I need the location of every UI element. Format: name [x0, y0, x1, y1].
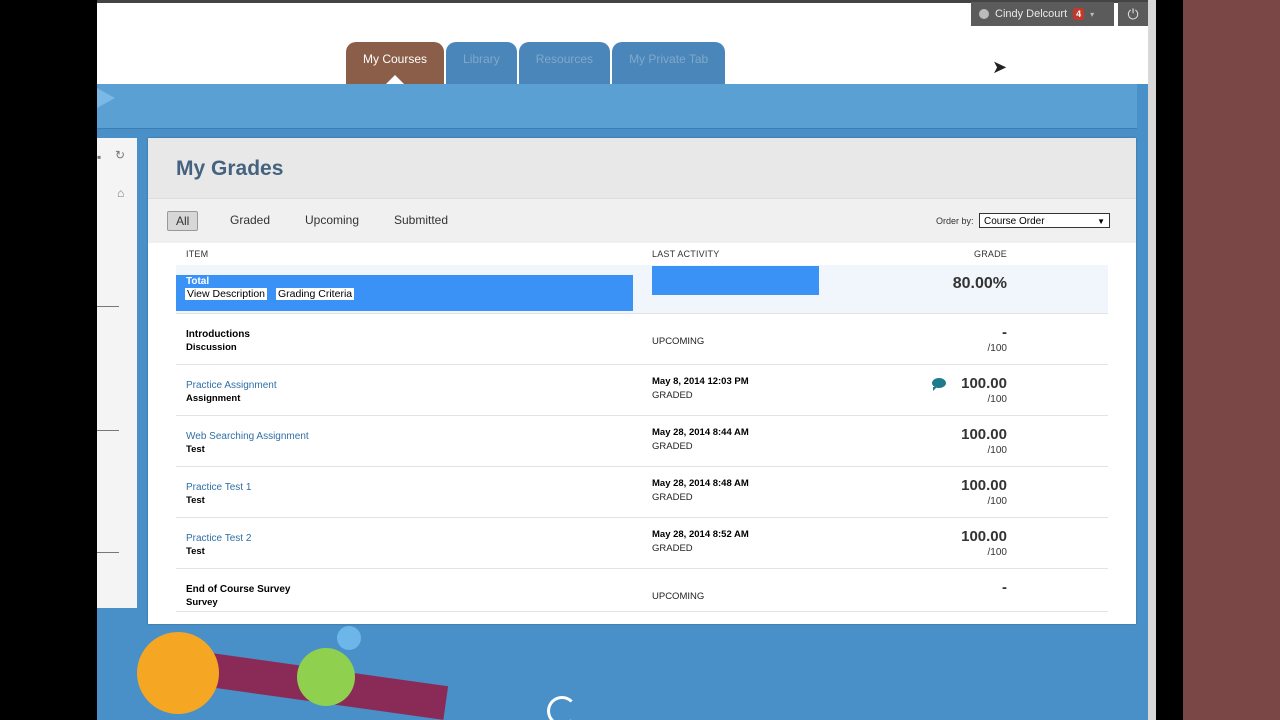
comment-icon[interactable] — [932, 378, 946, 391]
filter-graded[interactable]: Graded — [230, 213, 270, 227]
activity-status: GRADED — [652, 543, 693, 554]
item-type: Test — [186, 495, 205, 506]
menu-divider — [97, 430, 119, 431]
view-description-link[interactable]: View Description — [185, 288, 268, 300]
page-title: My Grades — [176, 157, 284, 180]
decorative-blue-bubble — [337, 626, 361, 650]
order-by-label: Order by: — [936, 216, 974, 226]
grade-value: 100.00 — [961, 426, 1007, 443]
grade-denominator: /100 — [987, 445, 1007, 456]
item-type: Test — [186, 444, 205, 455]
activity-date: May 8, 2014 12:03 PM — [652, 376, 749, 387]
item-title-link[interactable]: Practice Test 1 — [186, 482, 251, 493]
order-by-value: Course Order — [984, 216, 1045, 227]
course-menu-sliver: ▪ ↻ ⌂ — [97, 138, 137, 608]
item-title-link[interactable]: Practice Assignment — [186, 380, 277, 391]
menu-divider — [97, 552, 119, 553]
tab-bar: My Courses Library Resources My Private … — [346, 42, 726, 84]
power-icon: ⏻ — [1127, 5, 1139, 22]
menu-toggle-icon[interactable]: ▪ — [97, 150, 101, 164]
refresh-icon[interactable]: ↻ — [115, 148, 125, 162]
grade-denominator: /100 — [987, 343, 1007, 354]
grade-denominator: /100 — [987, 394, 1007, 405]
column-header-last-activity: LAST ACTIVITY — [652, 249, 720, 259]
my-grades-panel: My Grades All Graded Upcoming Submitted … — [148, 138, 1136, 624]
filter-all[interactable]: All — [167, 211, 199, 231]
module-band — [97, 84, 1137, 129]
total-grade: 80.00% — [952, 275, 1007, 292]
item-title: End of Course Survey — [186, 584, 291, 595]
activity-status: GRADED — [652, 492, 693, 503]
grade-value: - — [1002, 324, 1007, 341]
column-header-grade: GRADE — [974, 249, 1008, 259]
table-row[interactable]: End of Course Survey Survey UPCOMING - — [176, 569, 1108, 612]
grade-value: 100.00 — [961, 528, 1007, 545]
item-type: Survey — [186, 597, 218, 608]
table-row[interactable]: Practice Test 2 Test May 28, 2014 8:52 A… — [176, 518, 1108, 569]
screen-border-left — [0, 0, 97, 720]
notification-badge[interactable]: 4 — [1073, 8, 1085, 20]
table-row[interactable]: Web Searching Assignment Test May 28, 20… — [176, 416, 1108, 467]
grading-criteria-link[interactable]: Grading Criteria — [276, 288, 355, 300]
tab-my-courses[interactable]: My Courses — [346, 42, 445, 84]
activity-date: May 28, 2014 8:48 AM — [652, 478, 749, 489]
chevron-down-icon: ▾ — [1090, 9, 1095, 19]
browser-scrollbar[interactable] — [1148, 0, 1156, 720]
user-menu[interactable]: Cindy Delcourt 4 ▾ — [971, 2, 1114, 26]
menu-divider — [97, 306, 119, 307]
grade-value: 100.00 — [961, 375, 1007, 392]
item-type: Test — [186, 546, 205, 557]
logout-button[interactable]: ⏻ — [1118, 2, 1148, 26]
activity-status: GRADED — [652, 390, 693, 401]
activity-date: May 28, 2014 8:44 AM — [652, 427, 749, 438]
grades-table: Total View Description Grading Criteria … — [176, 265, 1108, 612]
tab-resources[interactable]: Resources — [518, 42, 611, 84]
item-title-link[interactable]: Web Searching Assignment — [186, 431, 309, 442]
lms-window: Cindy Delcourt 4 ▾ ⏻ My Courses Library … — [97, 0, 1148, 720]
panel-header — [148, 138, 1136, 199]
table-row[interactable]: Practice Test 1 Test May 28, 2014 8:48 A… — [176, 467, 1108, 518]
top-header: Cindy Delcourt 4 ▾ ⏻ My Courses Library … — [97, 0, 1148, 84]
tab-my-private-tab[interactable]: My Private Tab — [612, 42, 726, 84]
user-name: Cindy Delcourt — [995, 8, 1068, 20]
filter-upcoming[interactable]: Upcoming — [305, 213, 359, 227]
filter-submitted[interactable]: Submitted — [394, 213, 448, 227]
tab-library[interactable]: Library — [446, 42, 517, 84]
grade-value: 100.00 — [961, 477, 1007, 494]
item-type: Discussion — [186, 342, 237, 353]
activity-status: UPCOMING — [652, 336, 705, 347]
total-label: Total — [186, 276, 210, 287]
activity-date: May 28, 2014 8:52 AM — [652, 529, 749, 540]
table-row[interactable]: Introductions Discussion UPCOMING - /100 — [176, 314, 1108, 365]
item-title: Introductions — [186, 329, 250, 340]
activity-status: UPCOMING — [652, 591, 705, 602]
band-arrow-icon — [97, 88, 115, 108]
item-type: Assignment — [186, 393, 241, 404]
selection-highlight-activity — [652, 266, 819, 295]
total-row[interactable]: Total View Description Grading Criteria … — [176, 265, 1108, 314]
grade-denominator: /100 — [987, 496, 1007, 507]
order-by-select[interactable]: Course Order ▼ — [979, 213, 1110, 228]
mouse-cursor-icon: ➤ — [992, 57, 1008, 77]
column-header-item: ITEM — [186, 249, 209, 259]
decorative-curl — [547, 696, 577, 720]
grade-value: - — [1002, 579, 1007, 596]
activity-status: GRADED — [652, 441, 693, 452]
desktop-background — [1183, 0, 1280, 720]
grade-denominator: /100 — [987, 547, 1007, 558]
decorative-green-swirl — [297, 648, 355, 706]
user-icon — [979, 9, 989, 19]
item-title-link[interactable]: Practice Test 2 — [186, 533, 251, 544]
table-row[interactable]: Practice Assignment Assignment May 8, 20… — [176, 365, 1108, 416]
decorative-orange-swirl — [137, 632, 219, 714]
home-icon[interactable]: ⌂ — [117, 186, 124, 200]
dropdown-arrow-icon: ▼ — [1097, 217, 1105, 226]
